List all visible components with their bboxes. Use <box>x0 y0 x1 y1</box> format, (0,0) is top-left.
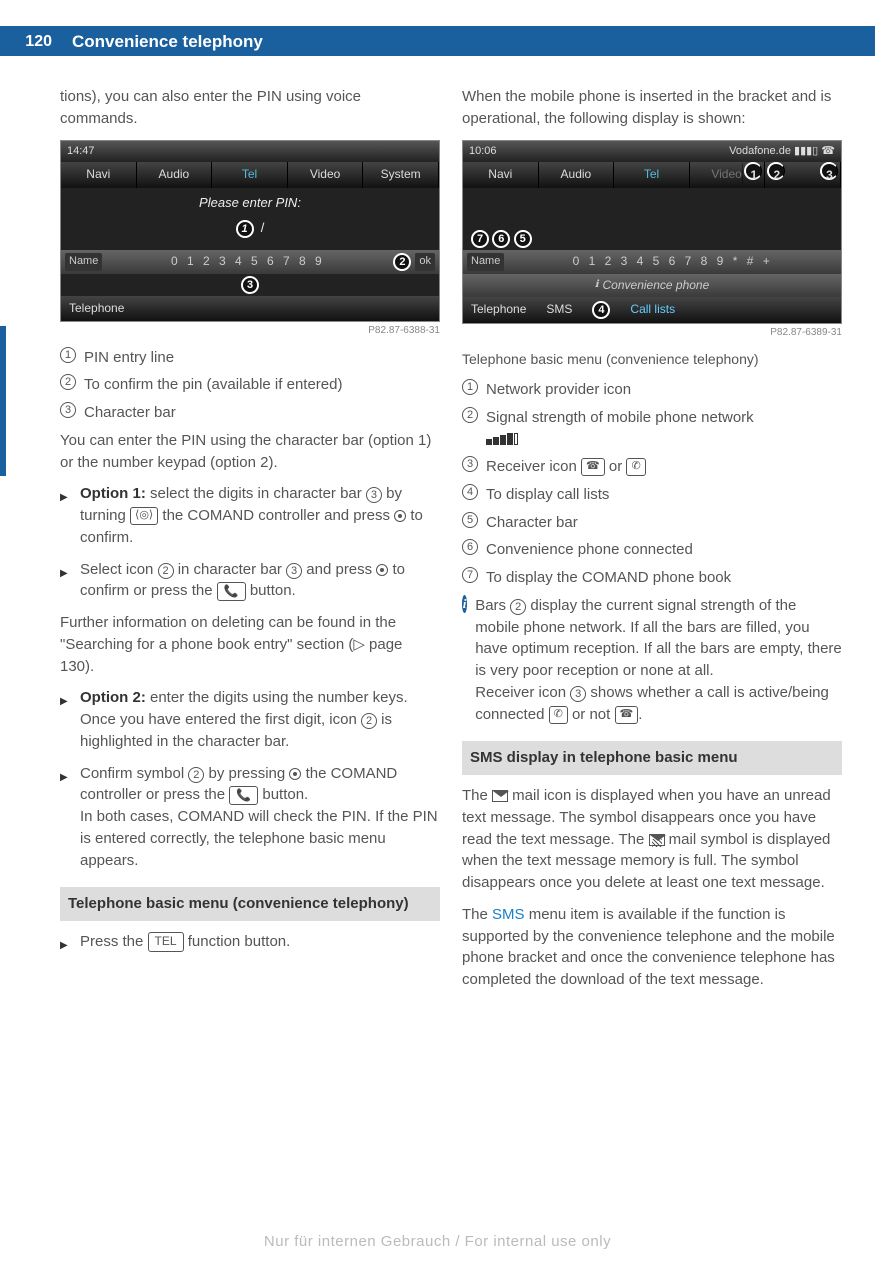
figure-subcaption: Telephone basic menu (convenience teleph… <box>462 349 842 369</box>
comand-screenshot-basic-menu: 10:06 Vodafone.de ▮▮▮▯ ☎ Navi Audio Tel … <box>462 140 842 325</box>
paragraph: The SMS menu item is available if the fu… <box>462 904 842 991</box>
callout-6: 6 <box>492 230 510 248</box>
legend-item: 1PIN entry line <box>60 347 440 369</box>
callout-1: 1 <box>236 220 254 238</box>
receiver-off-icon: ☎ <box>581 458 605 476</box>
callout-3: 3 <box>241 276 259 294</box>
step-option1: Option 1: select the digits in character… <box>60 483 440 548</box>
paragraph: You can enter the PIN using the characte… <box>60 430 440 474</box>
sms-menu-label: SMS <box>492 906 525 923</box>
right-column: When the mobile phone is inserted in the… <box>462 86 842 1001</box>
ss-tabs: Navi Audio Tel Video System <box>61 162 439 187</box>
receiver-on-icon: ✆ <box>549 706 568 724</box>
callout-4: 4 <box>592 301 610 319</box>
left-column: tions), you can also enter the PIN using… <box>60 86 440 1001</box>
ss-prompt: Please enter PIN: <box>67 194 433 213</box>
watermark: Nur für internen Gebrauch / For internal… <box>0 1231 875 1253</box>
press-icon <box>376 564 388 576</box>
page-header: 120 Convenience telephony <box>0 26 875 56</box>
section-tab-label: Telephone <box>0 377 2 466</box>
subheading: Telephone basic menu (convenience teleph… <box>60 887 440 921</box>
figure-caption: P82.87-6389-31 <box>462 326 842 341</box>
legend-item: 3Receiver icon ☎ or ✆ <box>462 456 842 478</box>
step-press-tel: Press the TEL function button. <box>60 931 440 955</box>
callout-2: 2 <box>767 162 785 180</box>
step-option2: Option 2: enter the digits using the num… <box>60 687 440 752</box>
section-tab: Telephone <box>0 326 26 476</box>
paragraph: The mail icon is displayed when you have… <box>462 785 842 894</box>
tel-key: TEL <box>148 932 184 951</box>
legend-item: 7To display the COMAND phone book <box>462 567 842 589</box>
ss-time: 10:06 <box>469 144 497 160</box>
info-icon: i <box>462 595 467 613</box>
info-note: i Bars 2 display the current signal stre… <box>462 595 842 726</box>
callout-7: 7 <box>471 230 489 248</box>
step-select-icon: Select icon 2 in character bar 3 and pre… <box>60 559 440 603</box>
receiver-off-icon: ☎ <box>615 706 639 724</box>
legend-item: 1Network provider icon <box>462 379 842 401</box>
page-title: Convenience telephony <box>60 26 875 56</box>
signal-bars-icon <box>486 433 518 445</box>
legend-item: 5Character bar <box>462 512 842 534</box>
mail-full-icon <box>649 834 665 846</box>
press-icon <box>289 768 301 780</box>
call-key: 📞 <box>229 786 258 805</box>
mail-icon <box>492 790 508 802</box>
legend-item: 3Character bar <box>60 402 440 424</box>
receiver-on-icon: ✆ <box>626 458 645 476</box>
callout-2: 2 <box>393 253 411 271</box>
legend-item: 2To confirm the pin (available if entere… <box>60 374 440 396</box>
callout-1: 1 <box>744 162 762 180</box>
ss-time: 14:47 <box>67 144 95 160</box>
paragraph: Further information on deleting can be f… <box>60 612 440 677</box>
rotate-icon: ⟨◎⟩ <box>130 507 158 525</box>
intro-text: When the mobile phone is inserted in the… <box>462 86 842 130</box>
step-confirm: Confirm symbol 2 by pressing the COMAND … <box>60 763 440 872</box>
callout-5: 5 <box>514 230 532 248</box>
page-number: 120 <box>0 26 60 56</box>
press-icon <box>394 510 406 522</box>
callout-3: 3 <box>820 162 838 180</box>
subheading: SMS display in telephone basic menu <box>462 741 842 775</box>
legend-item: 4To display call lists <box>462 484 842 506</box>
legend-item: 6Convenience phone connected <box>462 539 842 561</box>
comand-screenshot-pin: 14:47 Navi Audio Tel Video System Please… <box>60 140 440 323</box>
intro-text: tions), you can also enter the PIN using… <box>60 86 440 130</box>
legend-item: 2Signal strength of mobile phone network <box>462 407 842 451</box>
call-key: 📞 <box>217 582 246 601</box>
figure-caption: P82.87-6388-31 <box>60 324 440 339</box>
